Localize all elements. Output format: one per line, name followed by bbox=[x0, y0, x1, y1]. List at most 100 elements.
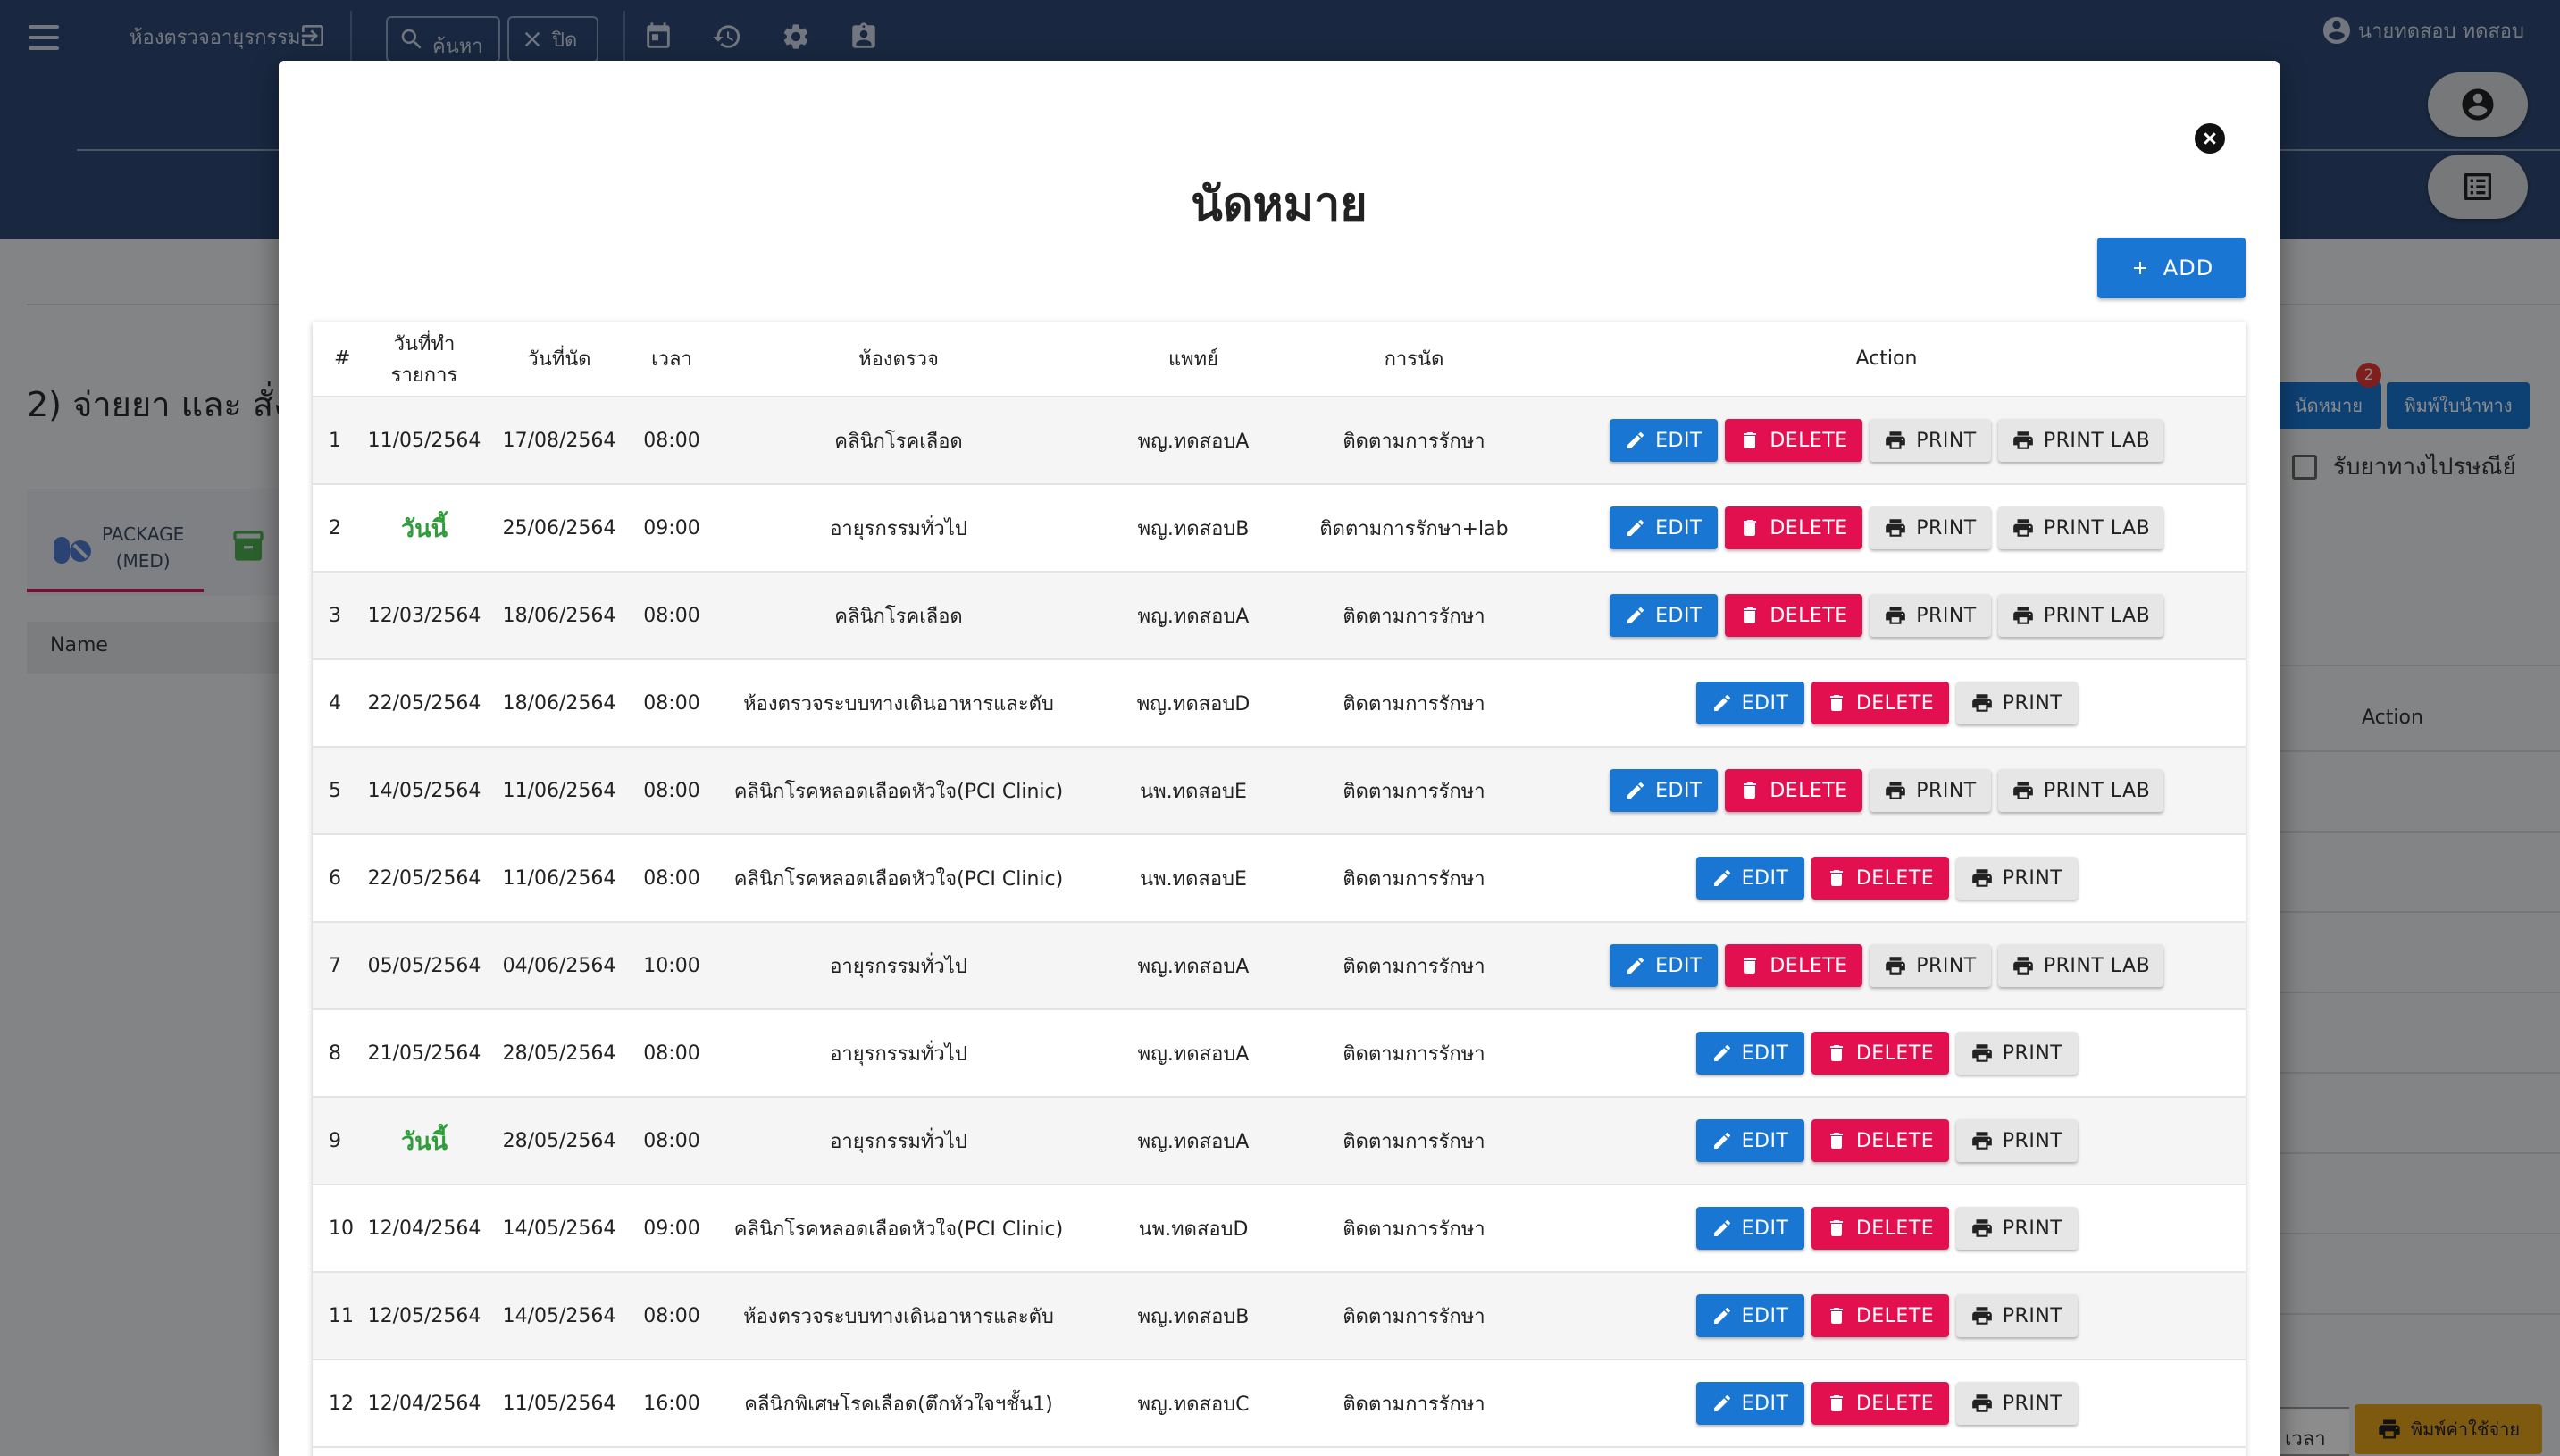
delete-button[interactable]: DELETE bbox=[1811, 1294, 1949, 1337]
printer-icon bbox=[1886, 782, 1906, 799]
cell-doctor: พญ.ทดสอบA bbox=[1086, 1009, 1301, 1098]
cell-created-date: 05/05/2564 bbox=[363, 922, 486, 1010]
row-actions: EDIT DELETE PRINT bbox=[1527, 1382, 2246, 1425]
delete-button[interactable]: DELETE bbox=[1811, 857, 1949, 900]
cell-actions: EDIT DELETE PRINT bbox=[1527, 1360, 2246, 1448]
table-row: 5 14/05/2564 11/06/2564 08:00 คลินิกโรคหลอดเ… bbox=[313, 747, 2246, 835]
printer-icon bbox=[1971, 694, 1992, 712]
print-button[interactable]: PRINT bbox=[1870, 506, 1991, 549]
cell-room: คลินิกโรคหลอดเลือดหัวใจ(PCI Clinic) bbox=[711, 1184, 1086, 1273]
edit-button[interactable]: EDIT bbox=[1610, 769, 1718, 812]
print-lab-button[interactable]: PRINT LAB bbox=[1998, 506, 2163, 549]
pencil-icon bbox=[1627, 957, 1644, 974]
print-lab-button[interactable]: PRINT LAB bbox=[1998, 594, 2163, 637]
delete-button[interactable]: DELETE bbox=[1811, 1207, 1949, 1250]
cell-time: 09:00 bbox=[632, 1184, 711, 1273]
delete-button[interactable]: DELETE bbox=[1725, 419, 1862, 462]
cell-appointment-date: 14/05/2564 bbox=[486, 1184, 632, 1273]
print-label: PRINT bbox=[2002, 1129, 2063, 1152]
print-button[interactable]: PRINT bbox=[1955, 682, 2078, 724]
print-lab-label: PRINT LAB bbox=[2043, 516, 2151, 540]
delete-label: DELETE bbox=[1769, 516, 1848, 540]
edit-button[interactable]: EDIT bbox=[1695, 857, 1804, 900]
trash-icon bbox=[1829, 1395, 1843, 1411]
edit-button[interactable]: EDIT bbox=[1610, 419, 1718, 462]
cell-time: 08:00 bbox=[632, 1272, 711, 1360]
edit-button[interactable]: EDIT bbox=[1610, 944, 1718, 987]
cell-number: 8 bbox=[313, 1009, 363, 1098]
print-button[interactable]: PRINT bbox=[1955, 1294, 2078, 1337]
cell-number: 2 bbox=[313, 484, 363, 573]
delete-label: DELETE bbox=[1769, 429, 1848, 452]
trash-icon bbox=[1829, 1133, 1843, 1149]
row-actions: EDIT DELETE PRINT bbox=[1527, 1294, 2246, 1337]
print-lab-button[interactable]: PRINT LAB bbox=[1998, 769, 2163, 812]
print-label: PRINT bbox=[2002, 1217, 2063, 1240]
cell-appointment-type: ติดตามการรักษา bbox=[1301, 1360, 1527, 1448]
cell-actions: EDIT DELETE PRINT PRINT LAB bbox=[1527, 484, 2246, 573]
printer-icon bbox=[1971, 1219, 1992, 1237]
print-lab-button[interactable]: PRINT LAB bbox=[1998, 944, 2163, 987]
cell-number: 1 bbox=[313, 397, 363, 485]
delete-button[interactable]: DELETE bbox=[1725, 594, 1862, 637]
cell-doctor: นพ.ทดสอบE bbox=[1086, 747, 1301, 835]
delete-button[interactable]: DELETE bbox=[1811, 1382, 1949, 1425]
edit-button[interactable]: EDIT bbox=[1695, 1119, 1804, 1162]
edit-label: EDIT bbox=[1741, 1392, 1789, 1415]
cell-actions: EDIT DELETE PRINT PRINT LAB bbox=[1527, 747, 2246, 835]
print-button[interactable]: PRINT bbox=[1870, 419, 1991, 462]
print-button[interactable]: PRINT bbox=[1955, 1032, 2078, 1075]
trash-icon bbox=[1744, 782, 1757, 799]
cell-number: 9 bbox=[313, 1097, 363, 1185]
print-button[interactable]: PRINT bbox=[1870, 594, 1991, 637]
print-button[interactable]: PRINT bbox=[1955, 1119, 2078, 1162]
pencil-icon bbox=[1713, 1219, 1730, 1236]
delete-button[interactable]: DELETE bbox=[1811, 682, 1949, 724]
edit-button[interactable]: EDIT bbox=[1610, 594, 1718, 637]
delete-label: DELETE bbox=[1769, 779, 1848, 802]
cell-doctor: นพ.ทดสอบD bbox=[1086, 1184, 1301, 1273]
print-button[interactable]: PRINT bbox=[1955, 1207, 2078, 1250]
edit-button[interactable]: EDIT bbox=[1695, 1032, 1804, 1075]
cell-number: 3 bbox=[313, 572, 363, 660]
pencil-icon bbox=[1713, 1394, 1730, 1411]
printer-icon bbox=[2012, 431, 2033, 449]
print-label: PRINT bbox=[1916, 604, 1977, 627]
edit-label: EDIT bbox=[1655, 429, 1702, 452]
print-button[interactable]: PRINT bbox=[1955, 1382, 2078, 1425]
cell-actions: EDIT DELETE PRINT bbox=[1527, 1272, 2246, 1360]
print-lab-button[interactable]: PRINT LAB bbox=[1998, 419, 2163, 462]
delete-label: DELETE bbox=[1855, 691, 1935, 715]
cell-room: อายุรกรรมทั่วไป bbox=[711, 1097, 1086, 1185]
print-button[interactable]: PRINT bbox=[1955, 857, 2078, 900]
close-dialog-button[interactable] bbox=[2195, 123, 2225, 154]
cell-actions: EDIT DELETE PRINT bbox=[1527, 1097, 2246, 1185]
delete-label: DELETE bbox=[1855, 1392, 1935, 1415]
print-button[interactable]: PRINT bbox=[1870, 944, 1991, 987]
edit-button[interactable]: EDIT bbox=[1695, 1382, 1804, 1425]
delete-label: DELETE bbox=[1769, 604, 1848, 627]
delete-button[interactable]: DELETE bbox=[1811, 1119, 1949, 1162]
printer-icon bbox=[1971, 1307, 1992, 1325]
cell-number: 12 bbox=[313, 1360, 363, 1448]
add-appointment-button[interactable]: ADD bbox=[2097, 238, 2246, 298]
trash-icon bbox=[1829, 870, 1843, 886]
delete-button[interactable]: DELETE bbox=[1725, 769, 1862, 812]
table-row: 6 22/05/2564 11/06/2564 08:00 คลินิกโรคหลอดเ… bbox=[313, 834, 2246, 923]
print-label: PRINT bbox=[2002, 1042, 2063, 1065]
edit-button[interactable]: EDIT bbox=[1695, 1207, 1804, 1250]
edit-button[interactable]: EDIT bbox=[1610, 506, 1718, 549]
cell-time: 16:00 bbox=[632, 1360, 711, 1448]
edit-button[interactable]: EDIT bbox=[1695, 1294, 1804, 1337]
printer-icon bbox=[1971, 1044, 1992, 1062]
cell-doctor: พญ.ทดสอบA bbox=[1086, 922, 1301, 1010]
edit-button[interactable]: EDIT bbox=[1695, 682, 1804, 724]
cell-appointment-type: ติดตามการรักษา bbox=[1301, 659, 1527, 748]
delete-button[interactable]: DELETE bbox=[1811, 1032, 1949, 1075]
cell-actions: EDIT DELETE PRINT PRINT LAB bbox=[1527, 922, 2246, 1010]
delete-button[interactable]: DELETE bbox=[1725, 944, 1862, 987]
delete-button[interactable]: DELETE bbox=[1725, 506, 1862, 549]
cell-room: คลินิกโรคหลอดเลือดหัวใจ(PCI Clinic) bbox=[711, 747, 1086, 835]
row-actions: EDIT DELETE PRINT bbox=[1527, 1119, 2246, 1162]
print-button[interactable]: PRINT bbox=[1870, 769, 1991, 812]
